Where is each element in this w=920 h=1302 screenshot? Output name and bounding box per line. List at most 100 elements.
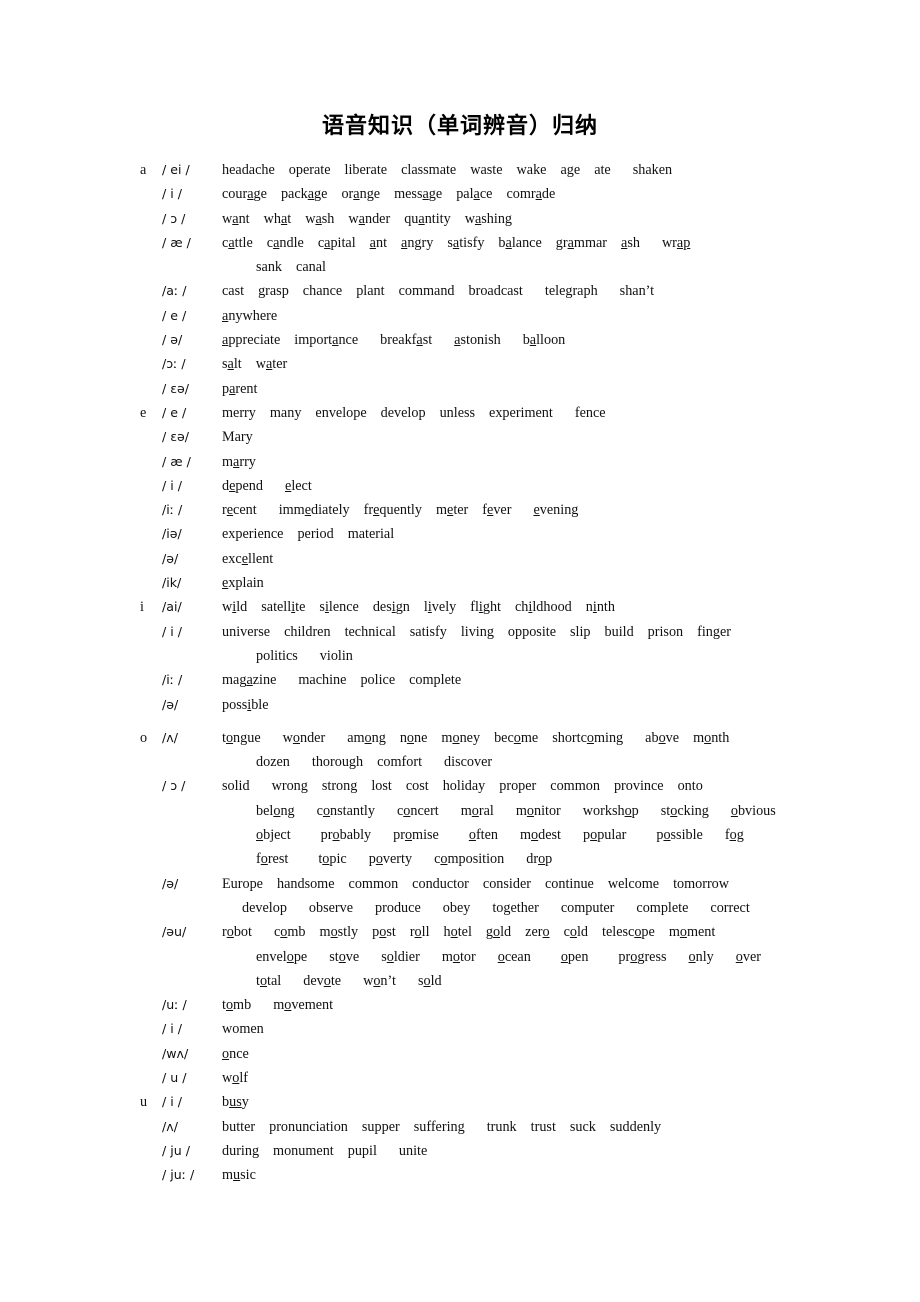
word: headache — [222, 162, 275, 178]
word: obvious — [730, 802, 776, 819]
word: computer — [560, 899, 615, 916]
word-group: dozen thorough comfort discover — [222, 750, 920, 774]
word: moral — [460, 802, 494, 819]
word-group: busy — [222, 1090, 920, 1114]
word-group: belong constantly concert moral monitor works… — [222, 799, 920, 823]
underlined-letters: o — [679, 924, 687, 941]
underlined-letters: o — [569, 924, 577, 941]
word: machine — [298, 672, 347, 689]
word: complete — [636, 899, 689, 916]
word: constantly — [316, 802, 375, 819]
word-group: marry — [222, 450, 920, 474]
underlined-letters: o — [280, 924, 288, 941]
phonetics-row: / ɔ / want what wash wander quantity washing — [0, 207, 920, 231]
word-group: cattle candle capital ant angry satisfy balanc… — [222, 231, 920, 255]
word-group: possible — [222, 693, 920, 717]
word: want — [222, 210, 250, 227]
underlined-letters: i — [478, 599, 483, 616]
underlined-letters: e — [222, 575, 229, 592]
phonetics-row: / i / universe children technical satisfy liv… — [0, 620, 920, 644]
word: once — [222, 1045, 249, 1062]
word: proper — [499, 778, 537, 795]
word: canal — [296, 259, 326, 276]
word: poverty — [368, 851, 413, 868]
ipa-symbol: / ə/ — [162, 332, 183, 348]
word: sank — [256, 259, 283, 276]
ipa-symbol: / ɔ / — [162, 210, 186, 226]
underlined-letters: o — [375, 851, 383, 868]
phonetics-row: /aː / cast grasp chance plant command broadcas… — [0, 279, 920, 303]
word: consider — [482, 875, 531, 892]
phonetics-row: /ʌ/butter pronunciation supper suffering tru… — [0, 1115, 920, 1139]
ipa-symbol: /ɔː / — [162, 356, 186, 372]
underlined-letters: e — [373, 502, 380, 519]
word: devote — [303, 972, 342, 989]
word-group: appreciate importance breakfast astonish bal… — [222, 328, 920, 352]
word-group: envelope stove soldier motor ocean open progre… — [222, 945, 920, 969]
phonetics-row: / u / wolf — [0, 1066, 920, 1090]
word: welcome — [607, 875, 660, 892]
underlined-letters: i — [232, 599, 237, 616]
underlined-letters: o — [256, 827, 264, 844]
word: trust — [530, 1118, 556, 1135]
ipa-symbol: /iə/ — [162, 526, 182, 542]
word: monument — [273, 1142, 334, 1159]
word: experience — [222, 526, 284, 543]
phonetics-row: u / i / busy — [0, 1090, 920, 1114]
underlined-letters: o — [423, 972, 431, 989]
underlined-letters: e — [285, 477, 292, 494]
word: many — [269, 404, 302, 421]
word: sold — [417, 972, 442, 989]
phonetics-row: /ə/Europe handsome common conductor consider… — [0, 872, 920, 896]
underlined-letters: o — [586, 729, 594, 746]
word: won’t — [363, 972, 396, 989]
word: merry — [222, 404, 256, 421]
word: technical — [344, 623, 396, 640]
document-page: 语音知识（单词辨音）归纳 a / ei / headache operate liber… — [0, 0, 920, 1302]
word: stove — [329, 948, 360, 965]
word-group: object probably promise often modest popular p… — [222, 823, 920, 847]
phonetics-row: / æ / marry — [0, 450, 920, 474]
underlined-letters: o — [440, 851, 448, 868]
word-group: excellent — [222, 547, 920, 571]
word-group: develop observe produce obey together compute… — [222, 896, 920, 920]
word: comrade — [506, 186, 556, 203]
word: trunk — [486, 1118, 517, 1135]
underlined-letters: o — [493, 924, 501, 941]
phonetics-row: /uː / tomb movement — [0, 993, 920, 1017]
word: satisfy — [447, 234, 485, 251]
phonetics-row: sank canal — [0, 255, 920, 279]
underlined-letters: o — [526, 802, 534, 819]
word: fence — [574, 404, 606, 421]
word: shortcoming — [552, 729, 624, 746]
phonetics-row: /ɔː / salt water — [0, 352, 920, 376]
word: police — [360, 672, 396, 689]
word: discover — [444, 754, 493, 771]
underlined-letters: o — [322, 851, 330, 868]
word: suck — [569, 1118, 596, 1135]
word: grasp — [258, 283, 289, 300]
word-group: tongue wonder among none money become shortcom… — [222, 726, 920, 750]
word: telegraph — [544, 283, 598, 300]
word: courage — [222, 186, 267, 203]
word: cold — [563, 924, 589, 941]
word: robot — [222, 924, 252, 941]
underlined-letters: a — [280, 210, 288, 227]
word: immediately — [278, 502, 350, 519]
word: period — [297, 526, 334, 543]
word: promise — [393, 827, 439, 844]
phonetics-row: /iː / magazine machine police complete — [0, 668, 920, 692]
underlined-letters: o — [286, 948, 294, 965]
word: tomb — [222, 997, 252, 1014]
word: envelope — [256, 948, 308, 965]
underlined-letters: e — [241, 550, 249, 567]
word: breakfast — [380, 332, 433, 349]
ipa-symbol: /iː / — [162, 502, 183, 518]
word-group: want what wash wander quantity washing — [222, 207, 920, 231]
underlined-letters: a — [307, 186, 315, 203]
phonetics-row: / ɔ / solid wrong strong lost cost holiday prop… — [0, 774, 920, 798]
word: unless — [439, 404, 476, 421]
underlined-letters: o — [225, 997, 234, 1014]
word: opposite — [507, 623, 556, 640]
word: movement — [273, 997, 334, 1014]
